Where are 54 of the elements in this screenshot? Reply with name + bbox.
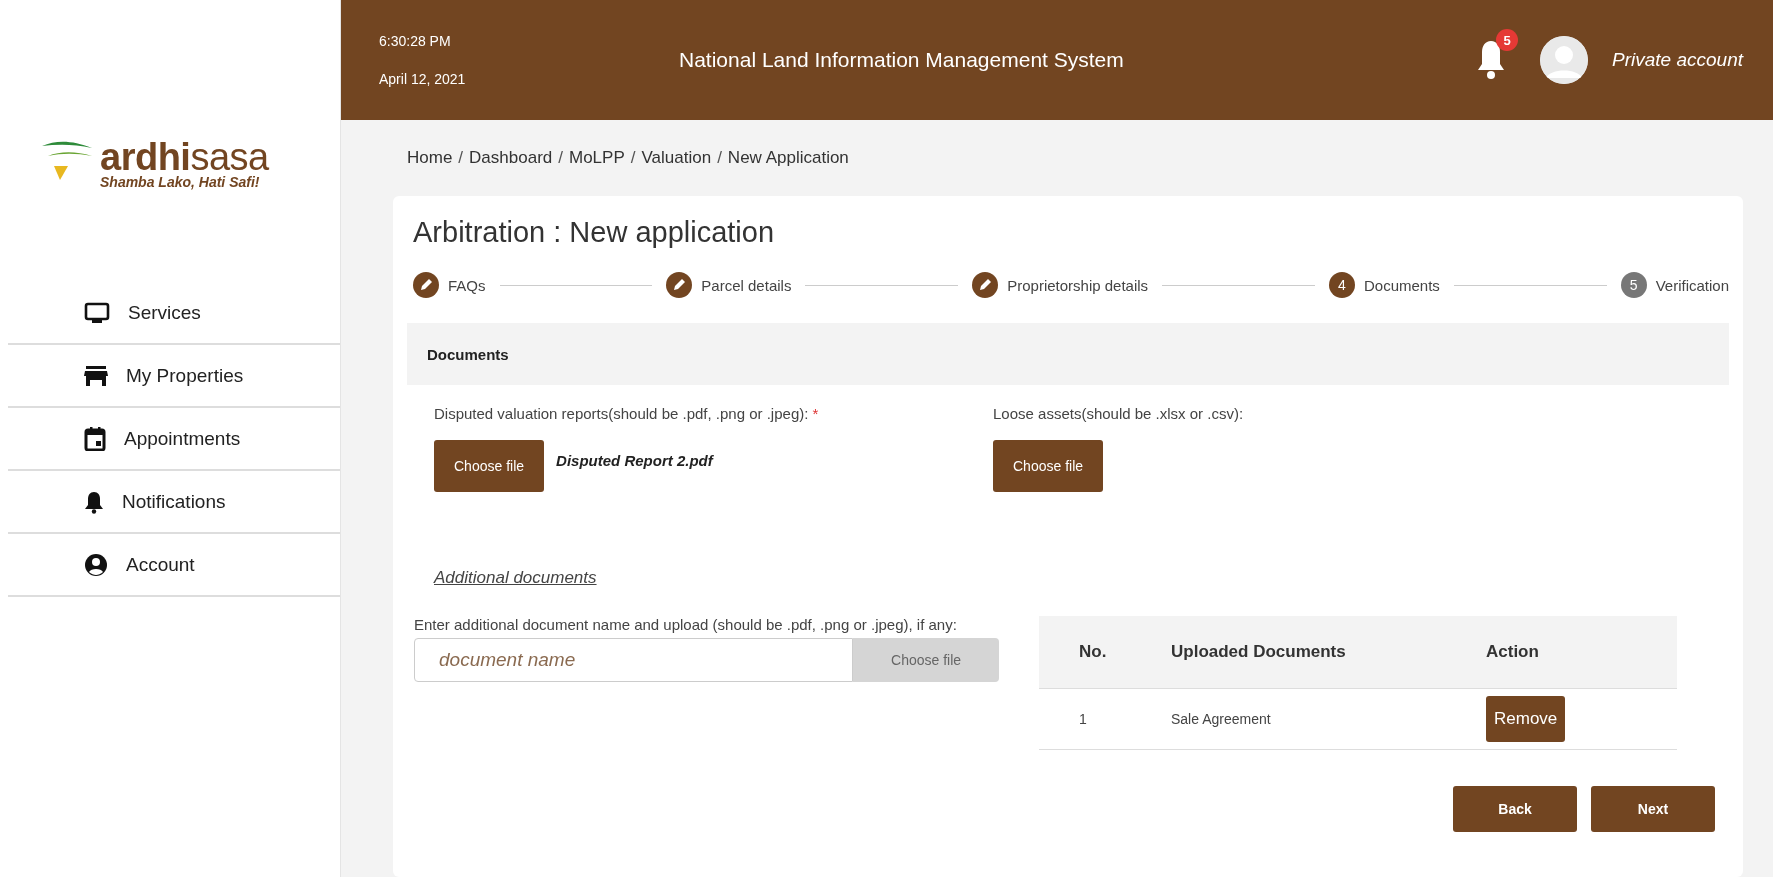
account-icon xyxy=(84,552,108,577)
sidebar-item[interactable]: Appointments xyxy=(8,408,340,471)
table-cell: 1 xyxy=(1079,711,1087,727)
choose-file-button[interactable]: Choose file xyxy=(434,440,545,492)
account-name[interactable]: Private account xyxy=(1612,49,1743,71)
document-name-field[interactable]: document name xyxy=(414,638,854,682)
sidebar-item[interactable]: Account xyxy=(8,534,340,597)
system-title: National Land Information Management System xyxy=(679,48,1125,72)
nav-button[interactable]: Next xyxy=(1591,786,1715,832)
step-label: Verification xyxy=(1655,276,1730,294)
store-icon xyxy=(84,365,108,386)
choose-file-button[interactable]: Choose file xyxy=(993,440,1104,492)
breadcrumb-link[interactable]: Home xyxy=(407,148,453,168)
logo-tagline: Shamba Lako, Hati Safi! xyxy=(100,174,261,190)
additional-documents-link[interactable]: Additional documents xyxy=(434,568,597,588)
sidebar-item[interactable]: My Properties xyxy=(8,345,340,408)
required-mark: * xyxy=(812,405,819,422)
column-header: No. xyxy=(1079,642,1107,661)
avatar-icon[interactable] xyxy=(1540,36,1589,84)
step-number: 5 xyxy=(1620,272,1647,298)
breadcrumb-separator: / xyxy=(458,148,464,168)
bell-icon xyxy=(84,489,104,514)
breadcrumb-link[interactable]: Valuation xyxy=(641,148,712,168)
column-header: Uploaded Documents xyxy=(1171,642,1346,661)
notification-badge: 5 xyxy=(1496,29,1519,51)
step-number: 4 xyxy=(1328,272,1355,298)
page-title: Arbitration : New application xyxy=(413,216,776,249)
step-label: FAQs xyxy=(448,276,486,294)
calendar-icon xyxy=(84,426,106,451)
step-label: Parcel details xyxy=(701,276,792,294)
remove-button[interactable]: Remove xyxy=(1486,696,1566,742)
step-label: Proprietorship details xyxy=(1007,276,1149,294)
breadcrumb-separator: / xyxy=(558,148,563,168)
field-label: Loose assets(should be .xlsx or .csv): xyxy=(993,405,1244,422)
sidebar-item[interactable]: Notifications xyxy=(8,471,340,534)
sidebar-item[interactable]: Services xyxy=(8,282,340,345)
breadcrumb-separator: / xyxy=(630,148,636,168)
table-cell: Sale Agreement xyxy=(1171,711,1271,727)
monitor-icon xyxy=(84,301,110,324)
column-header: Action xyxy=(1486,642,1539,661)
breadcrumb-link[interactable]: MoLPP xyxy=(569,148,625,168)
file-name: Disputed Report 2.pdf xyxy=(556,452,713,469)
field-label: Disputed valuation reports(should be .pdf, .png or .jpeg): xyxy=(434,405,809,422)
choose-file-button[interactable]: Choose file xyxy=(853,638,999,682)
logo-text: ardhisasa xyxy=(100,140,269,174)
breadcrumb-link[interactable]: New Application xyxy=(727,148,849,168)
time-text: 6:30:28 PM xyxy=(379,33,452,49)
date-text: April 12, 2021 xyxy=(379,71,467,87)
section-header: Documents xyxy=(407,323,1729,385)
nav-button[interactable]: Back xyxy=(1453,786,1577,832)
instruction-text: Enter additional document name and upload (should be .pdf, .png or .jpeg), if any: xyxy=(414,616,958,634)
breadcrumb-separator: / xyxy=(717,148,722,168)
step-label: Documents xyxy=(1363,276,1440,294)
breadcrumb-link[interactable]: Dashboard xyxy=(469,148,553,168)
